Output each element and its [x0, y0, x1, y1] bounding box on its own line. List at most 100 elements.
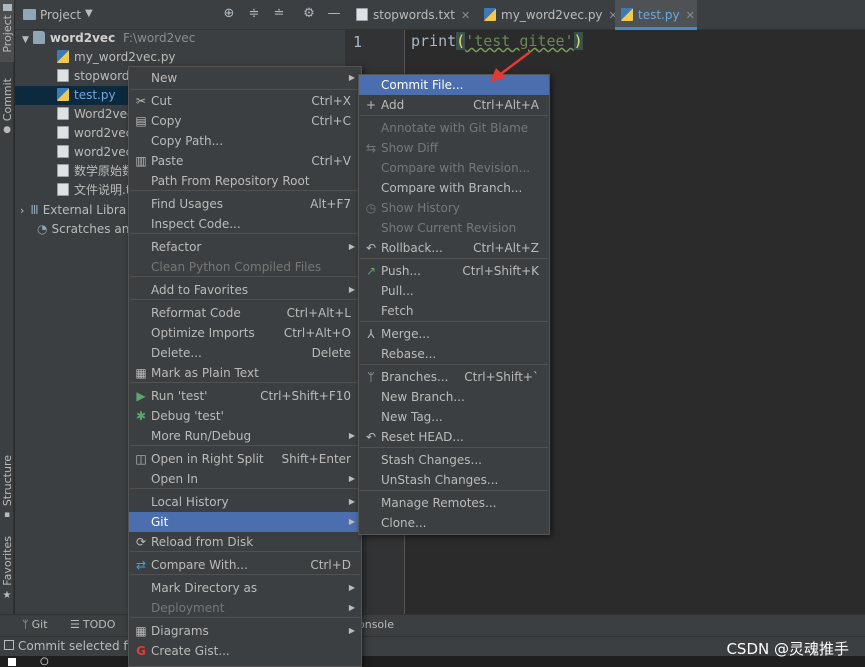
tab-my-word2vec[interactable]: my_word2vec.py ✕: [478, 0, 618, 30]
tree-item[interactable]: word2vec.: [57, 124, 136, 143]
menu-item-fetch[interactable]: Fetch: [359, 301, 549, 321]
menu-item-debug-test[interactable]: ✱ Debug 'test': [129, 406, 361, 426]
menu-item-compare-with[interactable]: ⇄ Compare With... Ctrl+D: [129, 555, 361, 575]
tree-scratches[interactable]: ◔ Scratches and: [37, 220, 137, 239]
menu-item-create-gist[interactable]: G Create Gist...: [129, 641, 361, 661]
menu-item-new-branch[interactable]: New Branch...: [359, 387, 549, 407]
menu-item-branches[interactable]: ᛘ Branches... Ctrl+Shift+`: [359, 367, 549, 387]
menu-item-new[interactable]: New ▶: [129, 68, 361, 88]
python-file-icon: [57, 50, 69, 63]
tab-test-py[interactable]: test.py ✕: [615, 0, 697, 30]
menu-item-more-run-debug[interactable]: More Run/Debug ▶: [129, 426, 361, 446]
menu-item-unstash-changes[interactable]: UnStash Changes...: [359, 470, 549, 490]
search-icon[interactable]: ○: [40, 656, 49, 667]
menu-item-label: Commit File...: [381, 78, 464, 92]
menu-item-show-history[interactable]: ◷ Show History: [359, 198, 549, 218]
menu-item-deployment[interactable]: Deployment ▶: [129, 598, 361, 618]
minimize-icon[interactable]: —: [326, 6, 342, 22]
chevron-down-icon[interactable]: ▼: [85, 8, 93, 19]
menu-item-optimize-imports[interactable]: Optimize Imports Ctrl+Alt+O: [129, 323, 361, 343]
menu-item-rebase[interactable]: Rebase...: [359, 344, 549, 364]
menu-item-path-from-repository-root[interactable]: Path From Repository Root: [129, 171, 361, 191]
menu-item-diagrams[interactable]: ▦ Diagrams ▶: [129, 621, 361, 641]
menu-item-copy[interactable]: ▤ Copy Ctrl+C: [129, 111, 361, 131]
menu-item-label: Add: [381, 98, 405, 112]
close-icon[interactable]: ✕: [461, 9, 470, 22]
menu-item-delete[interactable]: Delete... Delete: [129, 343, 361, 363]
menu-item-show-diff[interactable]: ⇆ Show Diff: [359, 138, 549, 158]
menu-item-clone[interactable]: Clone...: [359, 513, 549, 533]
menu-item-paste[interactable]: ▥ Paste Ctrl+V: [129, 151, 361, 171]
menu-item-label: Debug 'test': [151, 409, 224, 423]
menu-item-label: Find Usages: [151, 197, 224, 211]
project-view-title[interactable]: Project: [40, 8, 81, 22]
menu-item-reformat-code[interactable]: Reformat Code Ctrl+Alt+L: [129, 303, 361, 323]
tree-item-label: my_word2vec.py: [74, 50, 176, 64]
menu-item-cut[interactable]: ✂ Cut Ctrl+X: [129, 91, 361, 111]
menu-item-reset-head[interactable]: ↶ Reset HEAD...: [359, 427, 549, 447]
shortcut-label: Ctrl+V: [311, 154, 351, 168]
menu-item-add[interactable]: + Add Ctrl+Alt+A: [359, 95, 549, 115]
menu-item-stash-changes[interactable]: Stash Changes...: [359, 450, 549, 470]
menu-item-merge[interactable]: ⅄ Merge...: [359, 324, 549, 344]
git-tool-tab[interactable]: ᛘ Git: [22, 618, 48, 631]
menu-item-git[interactable]: Git ▶: [129, 512, 361, 532]
menu-item-new-tag[interactable]: New Tag...: [359, 407, 549, 427]
tab-stopwords[interactable]: stopwords.txt ✕: [350, 0, 470, 30]
editor-tab-bar: stopwords.txt ✕ my_word2vec.py ✕ test.py ✕: [345, 0, 865, 30]
menu-item-find-usages[interactable]: Find Usages Alt+F7: [129, 194, 361, 214]
menu-item-mark-as-plain-text[interactable]: ▦ Mark as Plain Text: [129, 363, 361, 383]
menu-item-reload-from-disk[interactable]: ⟳ Reload from Disk: [129, 532, 361, 552]
status-text: Commit selected file: [18, 639, 142, 653]
close-icon[interactable]: ✕: [686, 9, 695, 22]
menu-item-clean-python-compiled-files[interactable]: Clean Python Compiled Files: [129, 257, 361, 277]
menu-item-inspect-code[interactable]: Inspect Code...: [129, 214, 361, 234]
windows-icon[interactable]: [8, 658, 16, 666]
tree-item[interactable]: 文件说明.tx: [57, 181, 138, 200]
menu-item-local-history[interactable]: Local History ▶: [129, 492, 361, 512]
tree-root[interactable]: ▼ word2vec F:\word2vec: [22, 29, 195, 48]
menu-item-label: Create Gist...: [151, 644, 230, 658]
menu-item-annotate-with-git-blame[interactable]: Annotate with Git Blame: [359, 118, 549, 138]
gear-icon[interactable]: ⚙: [301, 6, 317, 22]
git-submenu: Commit File... + Add Ctrl+Alt+A Annotate wit…: [358, 74, 550, 535]
tree-external-libraries[interactable]: › Ⅲ External Libra: [20, 201, 126, 220]
tree-item[interactable]: my_word2vec.py: [57, 48, 176, 67]
menu-item-rollback[interactable]: ↶ Rollback... Ctrl+Alt+Z: [359, 238, 549, 258]
structure-tool-tab[interactable]: Structure ▪: [0, 455, 14, 520]
commit-icon: ●: [3, 125, 11, 136]
rollback-icon: ↶: [365, 241, 377, 255]
text-file-icon: [57, 69, 69, 82]
menu-item-pull[interactable]: Pull...: [359, 281, 549, 301]
expand-all-icon[interactable]: ≑: [246, 6, 262, 22]
menu-item-copy-path[interactable]: Copy Path...: [129, 131, 361, 151]
menu-item-label: More Run/Debug: [151, 429, 252, 443]
locate-icon[interactable]: ⊕: [221, 6, 237, 22]
menu-item-compare-with-branch[interactable]: Compare with Branch...: [359, 178, 549, 198]
menu-item-show-current-revision[interactable]: Show Current Revision: [359, 218, 549, 238]
tree-item[interactable]: word2vec_: [57, 143, 138, 162]
menu-item-label: Open in Right Split: [151, 452, 264, 466]
menu-item-manage-remotes[interactable]: Manage Remotes...: [359, 493, 549, 513]
menu-item-mark-directory-as[interactable]: Mark Directory as ▶: [129, 578, 361, 598]
menu-item-label: Copy Path...: [151, 134, 224, 148]
menu-item-refactor[interactable]: Refactor ▶: [129, 237, 361, 257]
menu-item-add-to-favorites[interactable]: Add to Favorites ▶: [129, 280, 361, 300]
code-line[interactable]: print('test gitee'): [411, 32, 583, 50]
tree-item-selected[interactable]: test.py: [15, 86, 130, 105]
tree-item[interactable]: Word2vec: [57, 105, 134, 124]
menu-item-open-in[interactable]: Open In ▶: [129, 469, 361, 489]
menu-item-compare-with-revision[interactable]: Compare with Revision...: [359, 158, 549, 178]
commit-tool-tab[interactable]: Commit ●: [0, 78, 14, 140]
menu-item-push[interactable]: ↗ Push... Ctrl+Shift+K: [359, 261, 549, 281]
collapse-all-icon[interactable]: ≐: [271, 6, 287, 22]
favorites-tool-tab[interactable]: Favorites ★: [0, 536, 14, 604]
console-tool-tab[interactable]: onsole: [358, 618, 394, 631]
menu-item-open-in-right-split[interactable]: ◫ Open in Right Split Shift+Enter: [129, 449, 361, 469]
tree-item[interactable]: stopwords: [57, 67, 136, 86]
project-tool-tab[interactable]: Project: [0, 0, 14, 62]
menu-item-run-test[interactable]: ▶ Run 'test' Ctrl+Shift+F10: [129, 386, 361, 406]
tab-label: stopwords.txt: [373, 8, 455, 22]
tree-item[interactable]: 数学原始数: [57, 162, 134, 181]
todo-tool-tab[interactable]: ☰ TODO: [70, 618, 115, 631]
